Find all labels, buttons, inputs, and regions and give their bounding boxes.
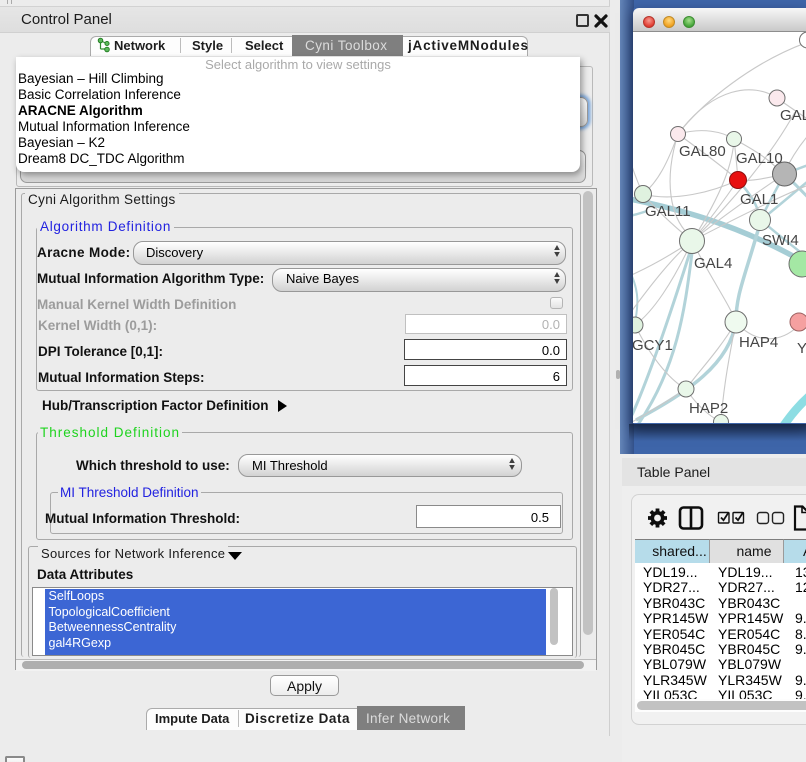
svg-text:GAL11: GAL11 [645, 203, 691, 220]
svg-text:HAP4: HAP4 [739, 334, 778, 351]
svg-text:HAP2: HAP2 [689, 400, 728, 417]
svg-text:SWI4: SWI4 [762, 232, 799, 249]
svg-text:GAL4: GAL4 [694, 255, 732, 272]
svg-text:GAL: GAL [780, 107, 806, 124]
svg-text:GCY1: GCY1 [633, 337, 673, 354]
svg-text:GAL80: GAL80 [679, 143, 726, 160]
svg-text:Y: Y [797, 340, 806, 357]
svg-text:GAL1: GAL1 [740, 191, 778, 208]
svg-text:GAL10: GAL10 [736, 150, 783, 167]
